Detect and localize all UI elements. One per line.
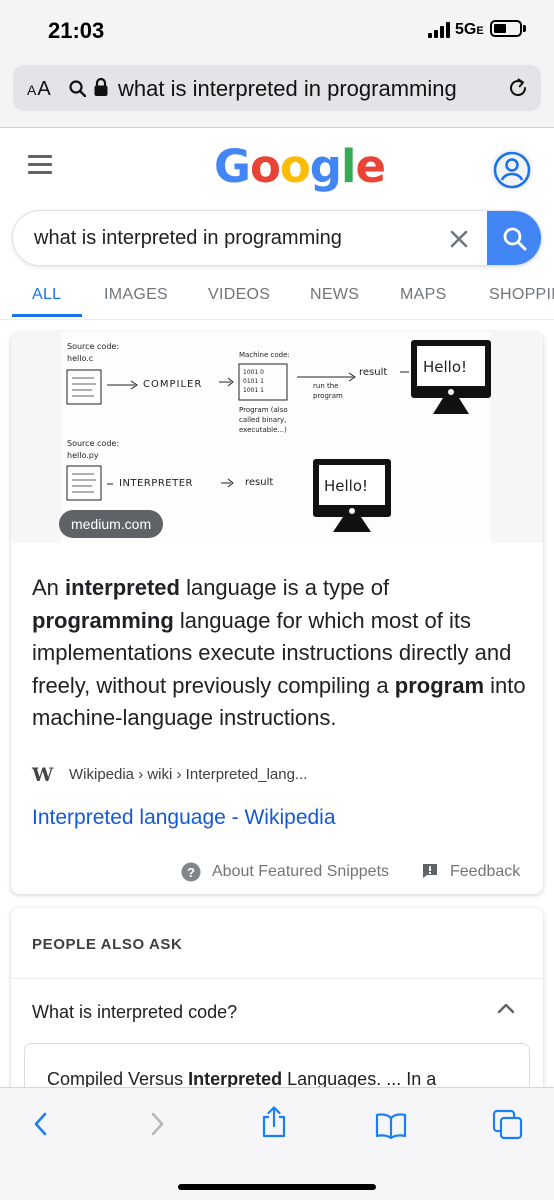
home-indicator [178,1184,376,1190]
lock-icon [94,77,108,96]
battery-icon [490,20,522,37]
svg-text:result: result [359,367,387,378]
tab-all[interactable]: ALL [32,286,61,304]
people-also-ask: PEOPLE ALSO ASK What is interpreted code… [11,908,543,1108]
battery-cap [523,25,526,32]
account-icon[interactable] [490,148,534,192]
tab-shopping[interactable]: SHOPPING [489,286,554,304]
url-text[interactable]: what is interpreted in programming [118,76,457,102]
svg-text:1001 1: 1001 1 [243,387,264,394]
wikipedia-icon: W [32,764,54,786]
snippet-footer: ? About Featured Snippets Feedback [11,860,543,890]
svg-text:Hello!: Hello! [423,358,467,376]
cellular-signal-icon [428,22,450,38]
svg-text:Hello!: Hello! [324,477,368,495]
svg-text:Source code:: Source code: [67,439,119,448]
featured-snippet: Source code: hello.c COMPILER Machine co… [11,332,543,894]
svg-text:result: result [245,477,273,488]
tab-videos[interactable]: VIDEOS [208,286,270,304]
browser-toolbar: AA what is interpreted in programming [0,58,554,128]
snippet-image[interactable]: Source code: hello.c COMPILER Machine co… [11,332,543,543]
reload-icon[interactable] [506,76,530,100]
breadcrumb: Wikipedia › wiki › Interpreted_lang... [69,766,308,783]
active-tab-indicator [12,314,82,317]
image-source-badge[interactable]: medium.com [59,510,164,538]
back-icon[interactable] [30,1110,52,1138]
result-title-link[interactable]: Interpreted language - Wikipedia [32,806,336,830]
search-box: what is interpreted in programming [12,210,542,266]
svg-text:Machine code:: Machine code: [239,351,290,359]
tab-maps[interactable]: MAPS [400,286,447,304]
browser-bottom-toolbar [0,1087,554,1200]
reader-options-button[interactable]: AA [27,78,52,101]
svg-text:0101 1: 0101 1 [243,378,264,385]
share-icon[interactable] [260,1105,288,1139]
people-also-ask-title: PEOPLE ALSO ASK [32,936,183,953]
svg-text:COMPILER: COMPILER [143,379,202,390]
address-bar[interactable]: AA what is interpreted in programming [13,65,541,111]
feedback-link[interactable]: Feedback [450,863,520,881]
snippet-text: An interpreted language is a type of pro… [32,575,526,730]
svg-text:1001 0: 1001 0 [243,369,264,376]
svg-text:?: ? [187,865,195,880]
about-featured-snippets-link[interactable]: About Featured Snippets [212,863,389,881]
svg-text:INTERPRETER: INTERPRETER [119,478,193,489]
paa-question[interactable]: What is interpreted code? [32,1002,237,1023]
search-icon [503,227,527,251]
chevron-up-icon[interactable] [496,1000,516,1016]
svg-text:program: program [313,392,343,400]
svg-text:run the: run the [313,382,338,390]
search-icon [69,80,86,97]
svg-text:executable...): executable...) [239,426,287,434]
google-logo[interactable]: Google [214,140,386,193]
close-icon[interactable] [448,228,470,250]
svg-text:called binary,: called binary, [239,416,286,424]
divider [11,978,543,979]
tab-images[interactable]: IMAGES [104,286,168,304]
svg-text:hello.c: hello.c [67,354,93,363]
svg-text:hello.py: hello.py [67,451,99,460]
search-input[interactable]: what is interpreted in programming [34,227,342,250]
bookmarks-icon[interactable] [375,1112,407,1140]
menu-icon[interactable] [28,155,52,175]
feedback-icon[interactable] [422,863,438,879]
tabs-icon[interactable] [492,1109,524,1141]
search-tabs: ALL IMAGES VIDEOS NEWS MAPS SHOPPING [0,270,554,320]
network-type: 5GE [455,21,484,38]
forward-icon[interactable] [146,1110,168,1138]
status-bar: 21:03 5GE [0,0,554,58]
svg-text:Source code:: Source code: [67,342,119,351]
help-icon[interactable]: ? [181,862,201,882]
svg-text:Program (also: Program (also [239,406,288,414]
status-time: 21:03 [48,18,105,43]
search-button[interactable] [487,211,541,265]
tab-news[interactable]: NEWS [310,286,359,304]
